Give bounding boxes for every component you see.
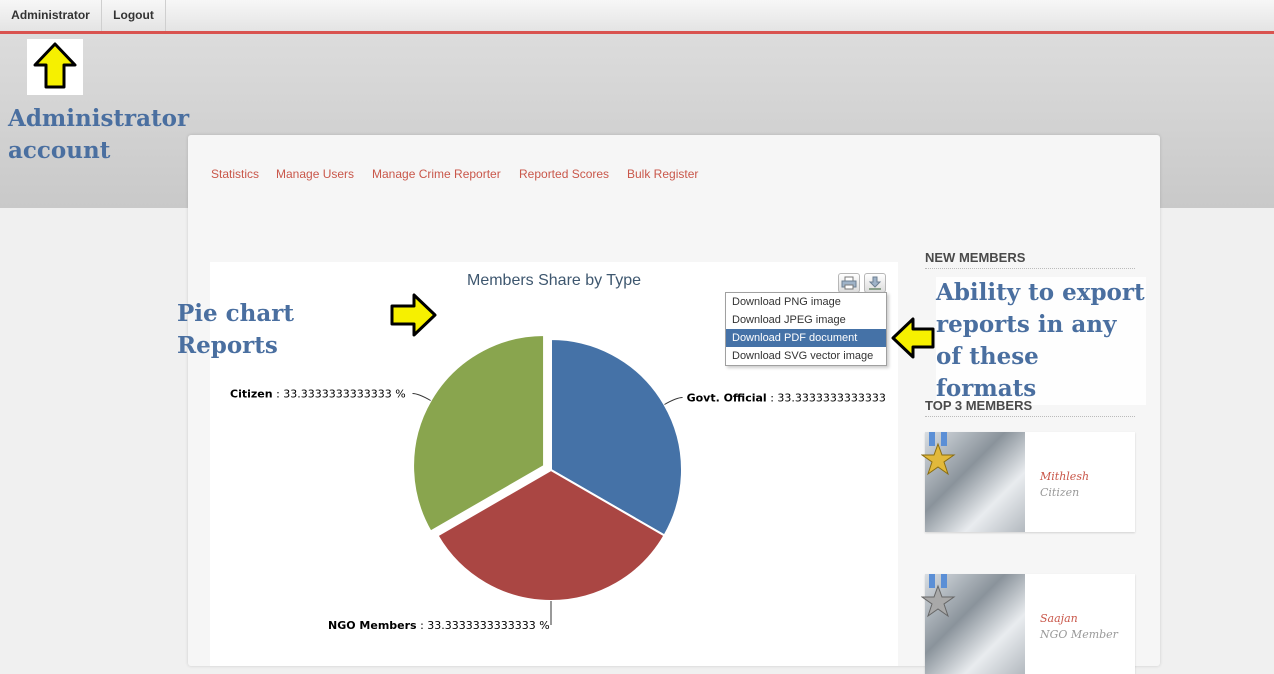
top-members-heading: TOP 3 MEMBERS bbox=[925, 398, 1135, 417]
pie-label: NGO Members : 33.3333333333333 % bbox=[328, 619, 550, 632]
pie-connector-line bbox=[664, 397, 683, 405]
administrator-button[interactable]: Administrator bbox=[0, 0, 102, 31]
nav-bulk-register[interactable]: Bulk Register bbox=[627, 167, 698, 181]
member-card[interactable]: Mithlesh Citizen bbox=[921, 432, 1135, 532]
silver-medal-icon bbox=[921, 574, 956, 618]
printer-icon bbox=[841, 276, 857, 290]
member-card[interactable]: Saajan NGO Member bbox=[921, 574, 1135, 674]
member-name[interactable]: Saajan bbox=[1040, 612, 1078, 625]
nav-manage-crime-reporter[interactable]: Manage Crime Reporter bbox=[372, 167, 501, 181]
member-name[interactable]: Mithlesh bbox=[1040, 470, 1089, 483]
nav-statistics[interactable]: Statistics bbox=[211, 167, 259, 181]
nav-manage-users[interactable]: Manage Users bbox=[276, 167, 354, 181]
pie-connector-line bbox=[412, 393, 431, 401]
export-menu: Download PNG image Download JPEG image D… bbox=[725, 292, 887, 366]
admin-annotation: Administrator account bbox=[8, 105, 190, 164]
gold-medal-icon bbox=[921, 432, 956, 476]
menu-item-jpeg[interactable]: Download JPEG image bbox=[726, 311, 886, 329]
up-arrow-icon bbox=[27, 39, 83, 95]
member-role: NGO Member bbox=[1040, 628, 1118, 641]
right-arrow-icon bbox=[386, 289, 441, 341]
download-icon bbox=[868, 276, 882, 290]
menu-item-pdf[interactable]: Download PDF document bbox=[726, 329, 886, 347]
logout-button[interactable]: Logout bbox=[102, 0, 166, 31]
print-chart-button[interactable] bbox=[838, 273, 860, 293]
menu-item-svg[interactable]: Download SVG vector image bbox=[726, 347, 886, 365]
top-bar: Administrator Logout bbox=[0, 0, 1274, 34]
nav-reported-scores[interactable]: Reported Scores bbox=[519, 167, 609, 181]
member-role: Citizen bbox=[1040, 486, 1080, 499]
pie-label: Citizen : 33.3333333333333 % bbox=[230, 388, 406, 401]
export-annotation: Ability to export reports in any of thes… bbox=[936, 277, 1146, 405]
pie-label: Govt. Official : 33.3333333333333 bbox=[687, 392, 886, 405]
export-chart-button[interactable] bbox=[864, 273, 886, 293]
pie-annotation: Pie chart Reports bbox=[177, 300, 295, 359]
left-arrow-icon bbox=[887, 313, 937, 363]
menu-item-png[interactable]: Download PNG image bbox=[726, 293, 886, 311]
new-members-heading: NEW MEMBERS bbox=[925, 250, 1135, 269]
